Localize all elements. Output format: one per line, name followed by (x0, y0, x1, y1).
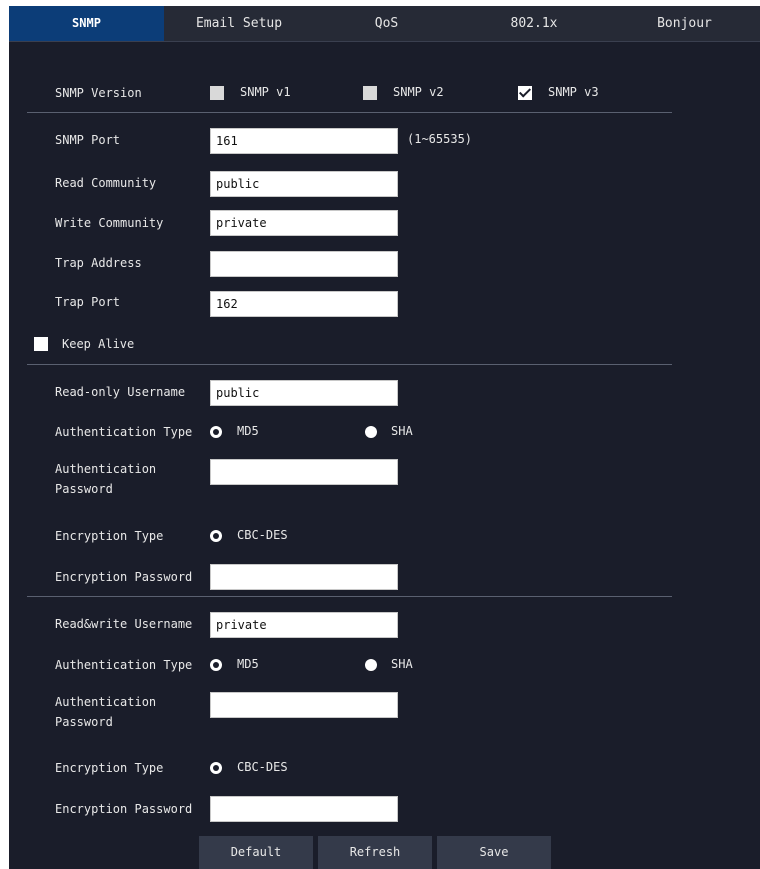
readwrite-enc-cbc-des-label: CBC-DES (237, 760, 288, 774)
readwrite-encryption-type-label: Encryption Type (55, 761, 164, 775)
read-community-label: Read Community (55, 176, 157, 190)
readonly-encryption-type-label: Encryption Type (55, 529, 164, 543)
readonly-enc-cbc-des-radio[interactable] (210, 530, 222, 542)
snmp-port-input[interactable] (210, 128, 398, 154)
readwrite-auth-sha-label: SHA (391, 657, 413, 671)
readonly-enc-cbc-des-label: CBC-DES (237, 528, 288, 542)
readwrite-encryption-password-label: Encryption Password (55, 802, 193, 816)
readonly-username-label: Read-only Username (55, 385, 186, 399)
read-community-input[interactable] (210, 171, 398, 197)
readwrite-encryption-password-input[interactable] (210, 796, 398, 822)
readonly-encryption-password-input[interactable] (210, 564, 398, 590)
snmp-v2-label: SNMP v2 (393, 85, 444, 99)
refresh-button[interactable]: Refresh (318, 836, 432, 869)
tab-bonjour[interactable]: Bonjour (609, 6, 760, 41)
snmp-port-label: SNMP Port (55, 133, 121, 147)
readwrite-username-input[interactable] (210, 612, 398, 638)
readwrite-enc-cbc-des-radio[interactable] (210, 762, 222, 774)
write-community-input[interactable] (210, 210, 398, 236)
readonly-encryption-password-label: Encryption Password (55, 570, 193, 584)
tab-email-setup[interactable]: Email Setup (164, 6, 314, 41)
readonly-auth-password-label: Authentication Password (55, 461, 156, 501)
tab-qos[interactable]: QoS (314, 6, 459, 41)
write-community-label: Write Community (55, 216, 164, 230)
trap-address-input[interactable] (210, 251, 398, 277)
tab-bar: SNMP Email Setup QoS 802.1x Bonjour (9, 6, 760, 42)
readwrite-auth-password-label-line2: Password (55, 715, 113, 729)
default-button[interactable]: Default (199, 836, 313, 869)
readwrite-auth-sha-radio[interactable] (365, 659, 377, 671)
snmp-port-range-hint: (1~65535) (407, 132, 473, 146)
snmp-v2-checkbox[interactable] (363, 86, 377, 100)
trap-port-input[interactable] (210, 291, 398, 317)
section-divider (27, 364, 672, 365)
snmp-v1-checkbox[interactable] (210, 86, 224, 100)
keep-alive-checkbox[interactable] (34, 337, 48, 351)
readonly-auth-sha-radio[interactable] (365, 426, 377, 438)
tab-snmp[interactable]: SNMP (9, 6, 164, 41)
readonly-auth-password-label-line1: Authentication (55, 462, 157, 476)
readonly-auth-password-label-line2: Password (55, 482, 113, 496)
trap-port-label: Trap Port (55, 295, 121, 309)
readwrite-auth-password-label: Authentication Password (55, 694, 156, 734)
snmp-v1-label: SNMP v1 (240, 85, 291, 99)
save-button[interactable]: Save (437, 836, 551, 869)
readwrite-auth-md5-radio[interactable] (210, 659, 222, 671)
readonly-auth-password-input[interactable] (210, 459, 398, 485)
tab-802-1x[interactable]: 802.1x (459, 6, 609, 41)
snmp-version-label: SNMP Version (55, 86, 142, 100)
snmp-v3-label: SNMP v3 (548, 85, 599, 99)
readonly-auth-md5-radio[interactable] (210, 426, 222, 438)
readwrite-username-label: Read&write Username (55, 617, 193, 631)
readonly-auth-type-label: Authentication Type (55, 425, 193, 439)
readwrite-auth-password-label-line1: Authentication (55, 695, 157, 709)
section-divider (27, 112, 672, 113)
readwrite-auth-md5-label: MD5 (237, 657, 259, 671)
readonly-auth-md5-label: MD5 (237, 424, 259, 438)
snmp-settings-panel: SNMP Email Setup QoS 802.1x Bonjour SNMP… (9, 6, 760, 869)
readonly-username-input[interactable] (210, 380, 398, 406)
readwrite-auth-type-label: Authentication Type (55, 658, 193, 672)
section-divider (27, 596, 672, 597)
readwrite-auth-password-input[interactable] (210, 692, 398, 718)
snmp-v3-checkbox[interactable] (518, 86, 532, 100)
keep-alive-label: Keep Alive (62, 337, 135, 351)
trap-address-label: Trap Address (55, 256, 142, 270)
readonly-auth-sha-label: SHA (391, 424, 413, 438)
